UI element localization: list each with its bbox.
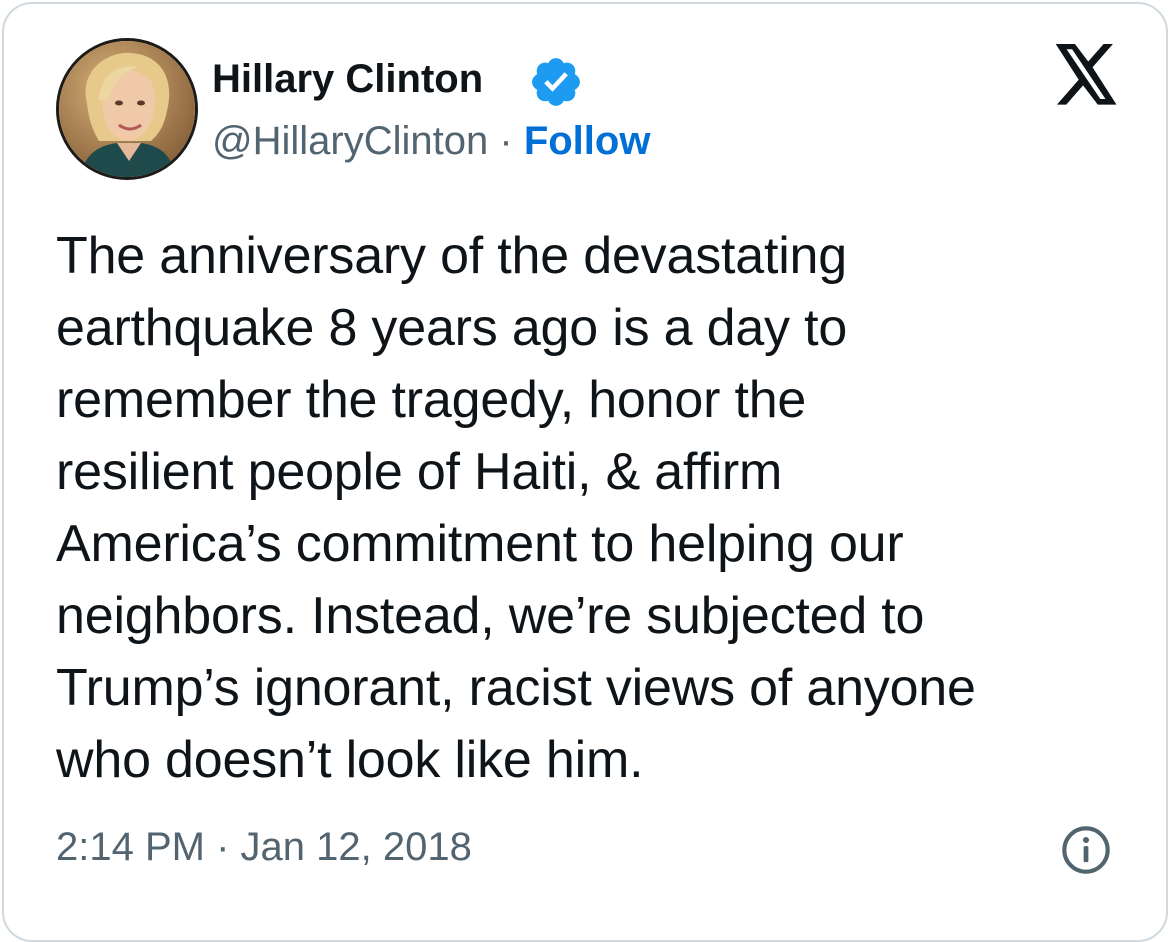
handle[interactable]: @HillaryClinton xyxy=(212,119,488,163)
tweet-text: The anniversary of the devastating earth… xyxy=(56,220,1136,796)
display-name[interactable]: Hillary Clinton xyxy=(212,52,483,106)
x-logo-icon[interactable] xyxy=(1052,44,1120,106)
tweet-line: remember the tragedy, honor the xyxy=(56,371,807,429)
tweet-line: The anniversary of the devastating xyxy=(56,227,847,285)
handle-row: @HillaryClinton · Follow xyxy=(212,114,650,168)
tweet-line: who doesn’t look like him. xyxy=(56,731,644,789)
verified-badge-icon xyxy=(532,58,580,106)
info-icon[interactable] xyxy=(1060,824,1112,876)
avatar[interactable] xyxy=(56,38,198,180)
tweet-line: earthquake 8 years ago is a day to xyxy=(56,299,848,357)
tweet-line: Trump’s ignorant, racist views of anyone xyxy=(56,659,976,717)
timestamp[interactable]: 2:14 PM · Jan 12, 2018 xyxy=(56,820,472,874)
tweet-line: resilient people of Haiti, & affirm xyxy=(56,443,783,501)
separator: · xyxy=(499,119,513,163)
avatar-photo xyxy=(59,41,195,177)
tweet-line: America’s commitment to helping our xyxy=(56,515,904,573)
follow-button[interactable]: Follow xyxy=(524,119,651,163)
tweet-line: neighbors. Instead, we’re subjected to xyxy=(56,587,925,645)
tweet-card: Hillary Clinton @HillaryClinton · Follow… xyxy=(2,2,1168,942)
